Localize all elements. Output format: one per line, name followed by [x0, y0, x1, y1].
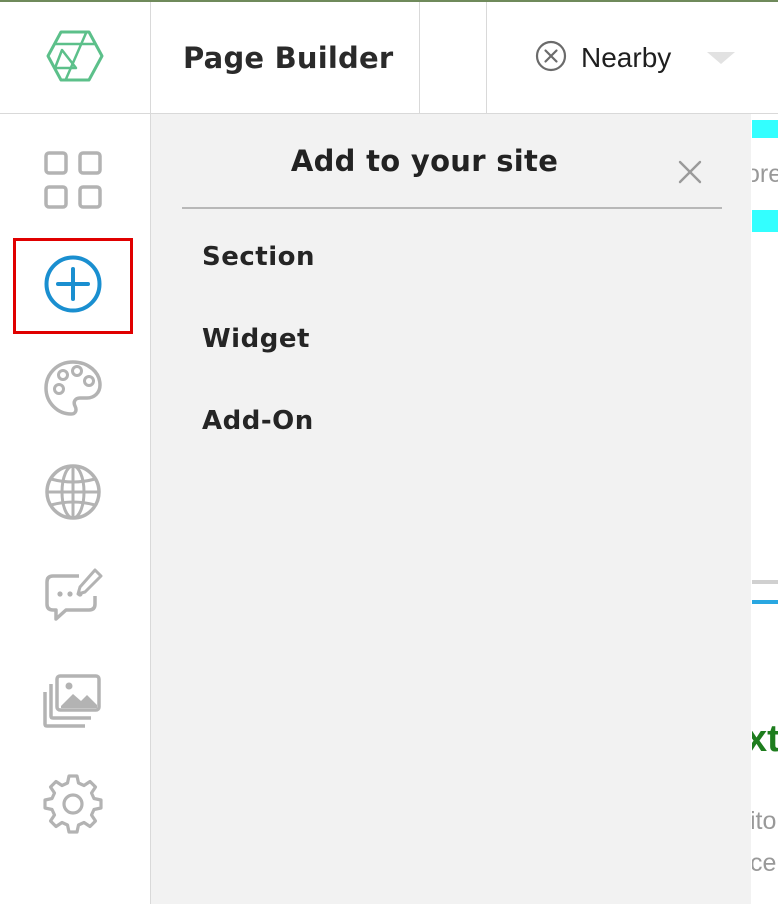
preview-text-3: ce: [752, 849, 777, 877]
header-spacer: [421, 2, 487, 113]
caret-down-icon[interactable]: [707, 52, 735, 64]
preview-divider: [752, 580, 778, 584]
gear-icon: [43, 774, 103, 838]
preview-text-1: ore: [752, 160, 778, 188]
palette-icon: [43, 358, 103, 422]
hexagon-logo-icon: [46, 30, 104, 86]
preview-text-2: ito: [752, 807, 777, 835]
panel-item-add-on[interactable]: Add-On: [202, 406, 314, 436]
page-title: Page Builder: [183, 40, 394, 75]
preview-cyan-bar: [752, 120, 778, 138]
logo[interactable]: [0, 2, 151, 113]
grid-icon: [43, 150, 103, 214]
page-preview: ore xt ito ce: [752, 114, 778, 904]
preview-heading: xt: [752, 718, 778, 760]
images-icon: [43, 670, 103, 734]
location-filter[interactable]: Nearby: [487, 2, 778, 113]
sidebar-item-design[interactable]: [13, 342, 133, 438]
panel-item-section[interactable]: Section: [202, 242, 315, 272]
top-bar: Page Builder Nearby: [0, 2, 778, 114]
sidebar-item-dashboard[interactable]: [13, 134, 133, 230]
sidebar-item-messages[interactable]: [13, 550, 133, 646]
panel-item-widget[interactable]: Widget: [202, 324, 310, 354]
preview-cyan-bar-2: [752, 210, 778, 232]
sidebar-item-settings[interactable]: [13, 758, 133, 854]
globe-icon: [43, 462, 103, 526]
title-cell: Page Builder: [151, 2, 420, 113]
panel-header: Add to your site: [182, 114, 722, 209]
sidebar-item-media[interactable]: [13, 654, 133, 750]
sidebar-item-add[interactable]: [13, 238, 133, 334]
circle-x-icon[interactable]: [535, 40, 567, 76]
sidebar-item-domain[interactable]: [13, 446, 133, 542]
panel-title: Add to your site: [290, 144, 559, 178]
close-icon[interactable]: [676, 158, 704, 186]
filter-label: Nearby: [581, 41, 672, 73]
chat-edit-icon: [43, 566, 103, 630]
plus-circle-icon: [43, 254, 103, 318]
sidebar: [0, 114, 151, 904]
add-panel: Add to your site Section Widget Add-On: [151, 114, 751, 904]
preview-blue-line: [752, 600, 778, 604]
